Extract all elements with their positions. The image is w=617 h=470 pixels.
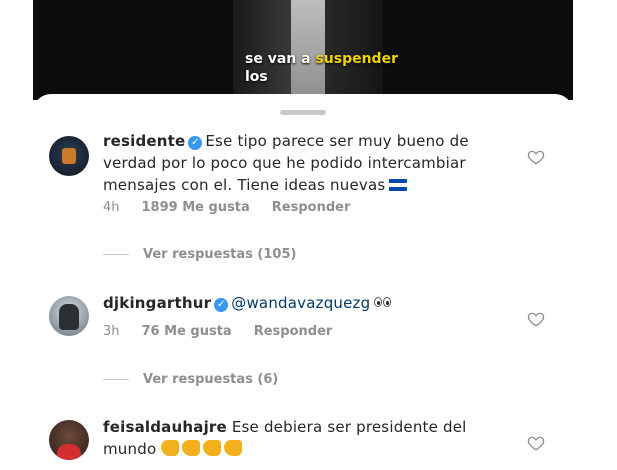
flexed-biceps-icon [182, 440, 201, 456]
eyes-emoji-icon [374, 297, 392, 307]
flexed-biceps-icon [161, 440, 180, 456]
heart-icon[interactable] [527, 434, 545, 452]
flexed-biceps-icon [224, 440, 243, 456]
avatar-image [62, 148, 76, 164]
avatar-image [59, 304, 79, 330]
username-djkingarthur[interactable]: djkingarthur [103, 294, 211, 312]
comment-time: 4h [103, 200, 120, 215]
view-replies-label: Ver respuestas (105) [143, 247, 297, 262]
comment-time: 3h [103, 324, 120, 339]
caption-text-b: los [245, 69, 268, 85]
video-caption: se van a suspender los [245, 50, 398, 86]
video-player[interactable]: se van a suspender los [33, 0, 573, 100]
replies-divider [103, 254, 129, 255]
view-replies-label: Ver respuestas (6) [143, 372, 279, 387]
replies-divider [103, 379, 129, 380]
caption-text-a: se van a [245, 51, 316, 67]
view-replies-residente[interactable]: Ver respuestas (105) [103, 247, 296, 262]
mention-link[interactable]: @wandavazquezg [231, 294, 370, 312]
flexed-biceps-emojis [161, 440, 245, 458]
flexed-biceps-icon [203, 440, 222, 456]
avatar-djkingarthur[interactable] [49, 296, 89, 336]
view-replies-djkingarthur[interactable]: Ver respuestas (6) [103, 372, 278, 387]
heart-icon[interactable] [527, 310, 545, 328]
comments-sheet: residente ✓ Ese tipo parece ser muy bueno … [33, 94, 573, 470]
flag-el-salvador-icon [389, 179, 408, 191]
verified-badge-icon: ✓ [188, 136, 203, 150]
comment-feisaldauhajre: feisaldauhajre Ese debiera ser president… [103, 416, 503, 460]
avatar-residente[interactable] [49, 136, 89, 176]
likes-count[interactable]: 1899 Me gusta [142, 200, 250, 215]
reply-button[interactable]: Responder [254, 324, 333, 339]
verified-badge-icon: ✓ [214, 298, 229, 312]
likes-count[interactable]: 76 Me gusta [142, 324, 232, 339]
heart-icon[interactable] [527, 148, 545, 166]
avatar-feisaldauhajre[interactable] [49, 420, 89, 460]
reply-button[interactable]: Responder [272, 200, 351, 215]
comment-meta-residente: 4h 1899 Me gusta Responder [103, 200, 372, 215]
comment-residente: residente ✓ Ese tipo parece ser muy bueno … [103, 130, 503, 196]
caption-highlight: suspender [315, 51, 398, 67]
username-residente[interactable]: residente [103, 132, 185, 150]
comment-meta-djkingarthur: 3h 76 Me gusta Responder [103, 324, 354, 339]
comment-djkingarthur: djkingarthur ✓ @wandavazquezg [103, 292, 503, 314]
avatar-image [57, 444, 81, 460]
username-feisaldauhajre[interactable]: feisaldauhajre [103, 418, 227, 436]
sheet-drag-handle[interactable] [280, 110, 326, 115]
